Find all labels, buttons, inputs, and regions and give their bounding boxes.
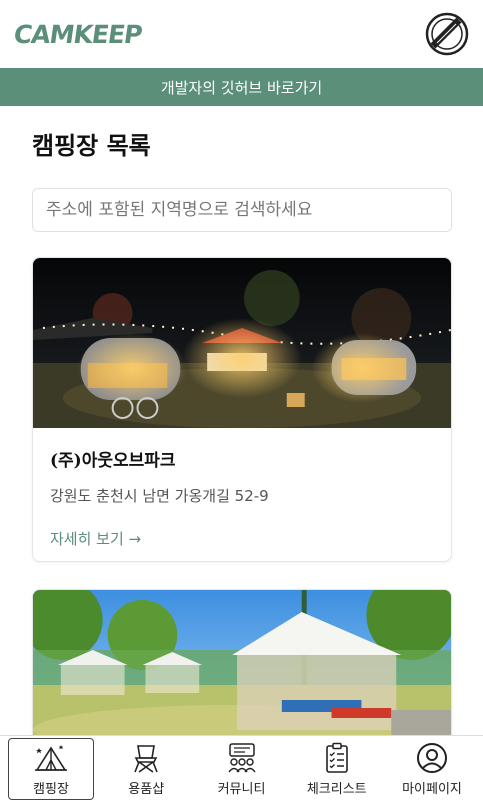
banner-text: 개발자의 깃허브 바로가기 — [160, 78, 323, 97]
community-icon — [227, 742, 256, 772]
github-banner-link[interactable]: 개발자의 깃허브 바로가기 — [0, 68, 483, 106]
campsite-photo — [33, 258, 451, 428]
tab-checklist[interactable]: 체크리스트 — [294, 738, 380, 800]
campsite-name: (주)아웃오브파크 — [50, 451, 176, 471]
tab-label: 체크리스트 — [306, 781, 367, 797]
tab-label: 마이페이지 — [402, 781, 462, 797]
tab-shop[interactable]: 용품샵 — [103, 738, 189, 800]
campsite-address: 강원도 춘천시 남면 가옹개길 52-9 — [50, 487, 269, 505]
newbie-badge-icon[interactable] — [425, 12, 469, 56]
user-circle-icon — [417, 742, 447, 773]
tab-label: 캠핑장 — [33, 781, 69, 797]
campsite-card[interactable]: (주)아웃오브파크 강원도 춘천시 남면 가옹개길 52-9 자세히 보기 → — [32, 257, 452, 562]
search-input[interactable] — [32, 188, 452, 232]
tab-camping[interactable]: 캠핑장 — [8, 738, 94, 800]
tent-icon — [35, 744, 67, 771]
app-header: CAMKEEP — [0, 0, 483, 68]
page-title: 캠핑장 목록 — [32, 132, 151, 160]
details-link[interactable]: 자세히 보기 → — [50, 528, 141, 549]
clipboard-icon — [325, 742, 348, 773]
tab-label: 용품샵 — [128, 781, 165, 797]
card-body: (주)아웃오브파크 강원도 춘천시 남면 가옹개길 52-9 자세히 보기 → — [33, 428, 451, 561]
camp-chair-icon — [134, 744, 158, 773]
tab-community[interactable]: 커뮤니티 — [199, 738, 285, 800]
app-logo[interactable]: CAMKEEP — [12, 20, 144, 49]
tab-mypage[interactable]: 마이페이지 — [389, 738, 475, 800]
main-content: 캠핑장 목록 주소에 포함된 지역명으로 검색하세요 (주)아웃오브파크 강원도… — [0, 130, 483, 761]
tab-label: 커뮤니티 — [217, 781, 266, 797]
bottom-tab-bar: 캠핑장 용품샵 커뮤니티 체크리스트 마이페이지 — [0, 735, 483, 801]
